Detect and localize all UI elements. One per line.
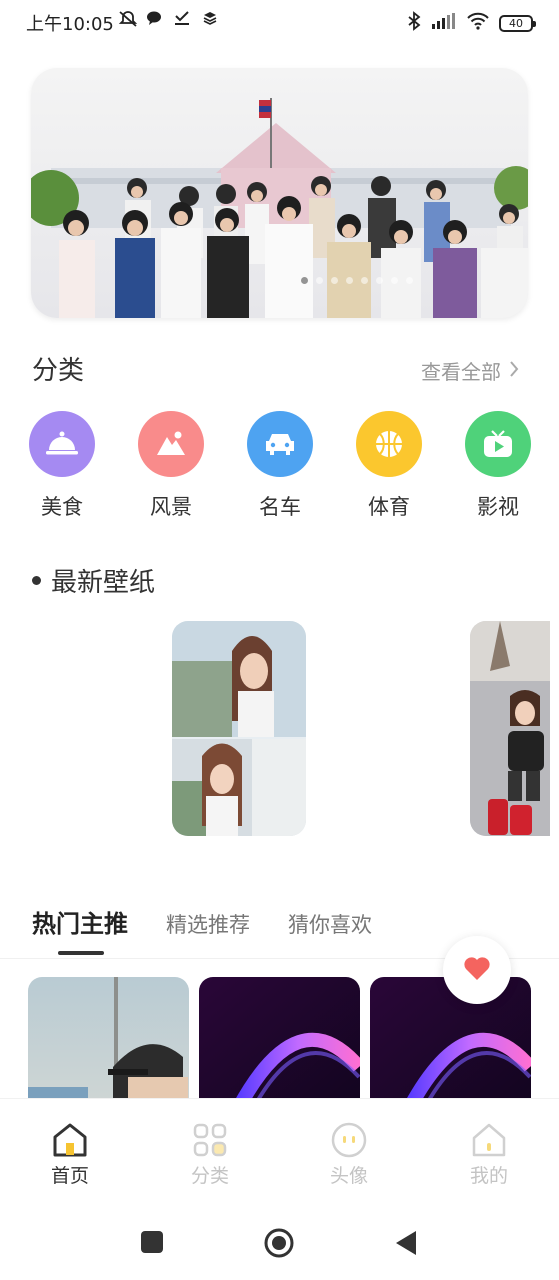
avatar-face-icon	[330, 1121, 368, 1159]
back-button[interactable]	[394, 1230, 418, 1260]
system-navigation-bar	[0, 1208, 559, 1280]
category-label: 风景	[150, 495, 192, 519]
nav-item-avatar[interactable]: 头像	[309, 1121, 389, 1188]
carousel-indicator	[301, 277, 413, 284]
wallpaper-grid-card[interactable]	[199, 977, 360, 1107]
landscape-icon	[138, 411, 204, 477]
latest-section-title: 最新壁纸	[32, 562, 155, 599]
bottom-navigation: 首页 分类 头像 我的	[0, 1098, 559, 1208]
wallpaper-grid-card[interactable]	[370, 977, 531, 1107]
banner-carousel[interactable]	[31, 68, 528, 318]
mute-bell-icon	[118, 10, 138, 28]
basketball-icon	[356, 411, 422, 477]
carousel-dot[interactable]	[376, 277, 383, 284]
nav-label: 头像	[329, 1165, 368, 1187]
nav-item-home[interactable]: 首页	[30, 1121, 110, 1188]
wallpaper-thumbnail	[172, 621, 306, 836]
wallpaper-thumbnail	[28, 977, 189, 1107]
category-label: 美食	[41, 495, 83, 519]
view-all-label: 查看全部	[421, 360, 501, 384]
bullet-dot	[32, 576, 41, 585]
profile-house-icon	[470, 1121, 508, 1159]
category-item-sports[interactable]: 体育	[355, 411, 423, 521]
nav-label: 首页	[50, 1165, 89, 1187]
wallpaper-grid-card[interactable]	[28, 977, 189, 1107]
carousel-dot[interactable]	[406, 277, 413, 284]
chat-icon	[146, 10, 164, 28]
category-item-food[interactable]: 美食	[28, 411, 96, 521]
category-label: 影视	[477, 495, 519, 519]
carousel-dot[interactable]	[361, 277, 368, 284]
banner-photo	[31, 68, 528, 318]
nav-item-mine[interactable]: 我的	[449, 1121, 529, 1188]
wallpaper-card[interactable]	[172, 621, 306, 836]
wallpaper-thumbnail	[199, 977, 360, 1107]
content-tabs: 热门主推 精选推荐 猜你喜欢	[32, 904, 372, 939]
chevron-right-icon	[509, 359, 519, 383]
car-icon	[247, 411, 313, 477]
category-section-title: 分类	[32, 356, 85, 386]
status-bar: 上午10:05 40	[0, 0, 559, 44]
wifi-icon	[467, 12, 489, 34]
wallpaper-card[interactable]	[470, 621, 550, 836]
bluetooth-icon	[407, 11, 421, 35]
layers-icon	[202, 10, 220, 28]
tab-guess-you-like[interactable]: 猜你喜欢	[288, 909, 372, 939]
latest-title-text: 最新壁纸	[51, 568, 156, 598]
recents-button[interactable]	[140, 1230, 164, 1258]
tab-hot[interactable]: 热门主推	[32, 904, 128, 939]
nav-label: 我的	[469, 1165, 508, 1187]
wallpaper-thumbnail	[470, 621, 550, 836]
heart-icon	[463, 956, 491, 985]
home-icon	[51, 1121, 89, 1159]
category-item-film[interactable]: 影视	[464, 411, 532, 521]
carousel-dot[interactable]	[391, 277, 398, 284]
view-all-link[interactable]: 查看全部	[421, 356, 519, 385]
carousel-dot[interactable]	[301, 277, 308, 284]
wallpaper-thumbnail	[370, 977, 531, 1107]
food-cloche-icon	[29, 411, 95, 477]
status-time: 上午10:05	[26, 14, 114, 35]
carousel-dot[interactable]	[331, 277, 338, 284]
home-circle-button[interactable]	[264, 1228, 294, 1262]
category-item-car[interactable]: 名车	[246, 411, 314, 521]
tab-active-indicator	[58, 951, 104, 955]
category-item-landscape[interactable]: 风景	[137, 411, 205, 521]
category-label: 名车	[259, 495, 301, 519]
signal-icon	[431, 13, 457, 33]
nav-label: 分类	[190, 1165, 229, 1187]
favorite-button[interactable]	[443, 936, 511, 1004]
battery-indicator: 40	[499, 14, 536, 32]
tv-play-icon	[465, 411, 531, 477]
check-download-icon	[174, 10, 192, 28]
carousel-dot[interactable]	[316, 277, 323, 284]
carousel-dot[interactable]	[346, 277, 353, 284]
grid-icon	[191, 1121, 229, 1159]
tab-featured[interactable]: 精选推荐	[166, 909, 250, 939]
category-list: 美食 风景 名车 体育 影视	[28, 411, 532, 521]
category-label: 体育	[368, 495, 410, 519]
nav-item-category[interactable]: 分类	[170, 1121, 250, 1188]
